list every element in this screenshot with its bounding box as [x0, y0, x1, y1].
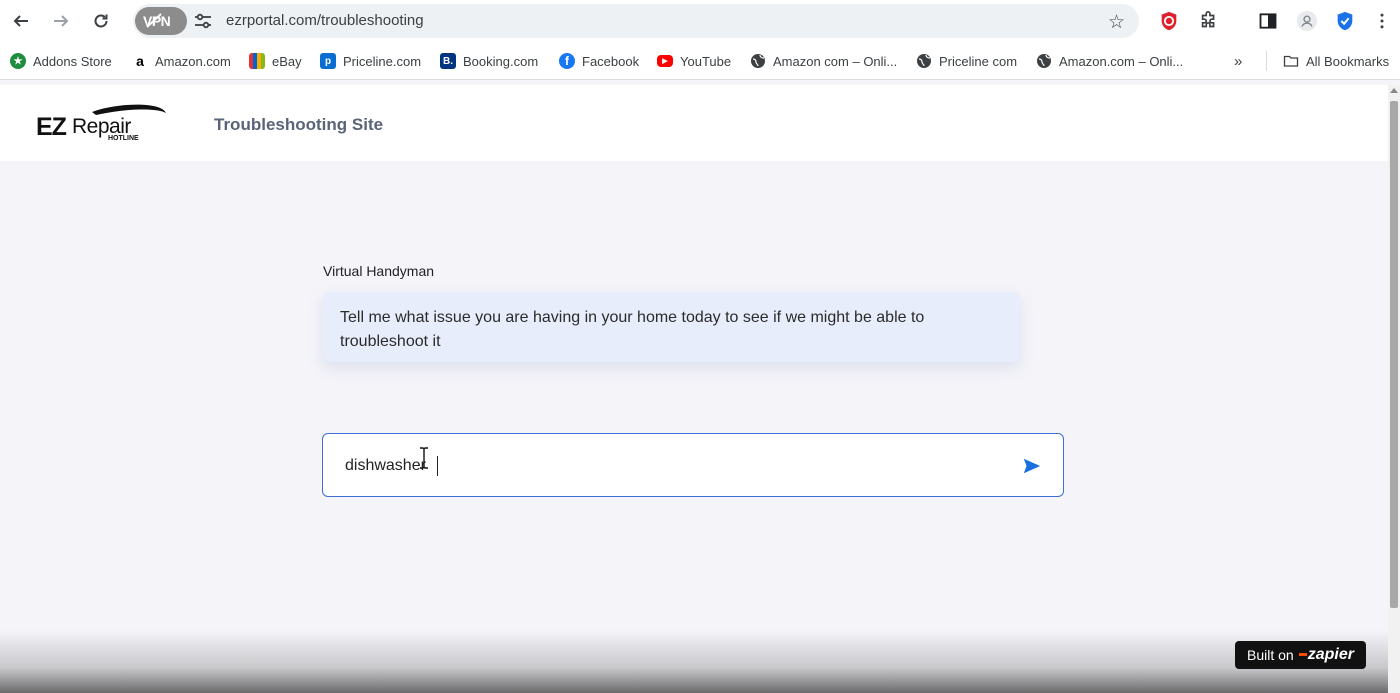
bookmark-label: Priceline com [939, 53, 1018, 69]
vpn-badge[interactable]: VPN [135, 7, 187, 35]
ebay-icon [249, 53, 265, 69]
folder-icon [1283, 53, 1299, 69]
back-icon[interactable] [8, 8, 34, 34]
address-bar[interactable]: VPN ezrportal.com/troubleshooting ☆ [133, 4, 1139, 38]
page-scrollbar[interactable] [1388, 85, 1400, 693]
side-panel-icon[interactable] [1256, 9, 1280, 33]
bookmark-facebook[interactable]: f Facebook [559, 52, 639, 70]
bot-message-text: Tell me what issue you are having in you… [340, 309, 925, 350]
all-bookmarks-label: All Bookmarks [1306, 53, 1390, 69]
bookmark-star-icon[interactable]: ☆ [1108, 11, 1125, 34]
page-viewport: EZ Repair HOTLINE Troubleshooting Site V… [0, 85, 1388, 693]
zapier-brand: zapier [1299, 646, 1354, 664]
all-bookmarks-button[interactable]: All Bookmarks [1283, 52, 1389, 70]
site-settings-icon[interactable] [193, 12, 213, 30]
bot-name-label: Virtual Handyman [323, 263, 435, 279]
amazon-icon: a [132, 53, 148, 69]
bookmark-label: Facebook [582, 53, 640, 69]
svg-text:EZ: EZ [36, 113, 67, 141]
svg-text:HOTLINE: HOTLINE [108, 135, 139, 142]
bookmarks-bar: ★ Addons Store a Amazon.com eBay p Price… [0, 42, 1400, 80]
globe-icon [750, 53, 766, 69]
bookmarks-divider [1266, 51, 1267, 71]
ezrepair-logo[interactable]: EZ Repair HOTLINE [36, 103, 168, 143]
url-text[interactable]: ezrportal.com/troubleshooting [226, 12, 424, 29]
addons-store-icon: ★ [10, 53, 26, 69]
bookmark-ebay[interactable]: eBay [249, 52, 302, 70]
bookmark-label: Priceline.com [343, 53, 422, 69]
bookmark-label: Amazon.com – Onli... [1059, 53, 1184, 69]
globe-icon [1036, 53, 1052, 69]
bookmark-label: Amazon com – Onli... [773, 53, 898, 69]
send-button[interactable] [1021, 455, 1043, 477]
bookmark-amazon-online-1[interactable]: Amazon com – Onli... [750, 52, 897, 70]
youtube-icon: ▶ [657, 55, 673, 67]
site-title: Troubleshooting Site [214, 115, 384, 134]
site-header: EZ Repair HOTLINE Troubleshooting Site [0, 85, 1388, 161]
browser-toolbar: VPN ezrportal.com/troubleshooting ☆ [0, 0, 1400, 42]
more-bookmarks-chevron-icon[interactable]: » [1234, 52, 1242, 70]
bot-message-bubble: Tell me what issue you are having in you… [323, 292, 1019, 362]
send-arrow-icon [1023, 458, 1041, 474]
built-on-label: Built on [1247, 647, 1294, 663]
extensions-puzzle-icon[interactable] [1197, 9, 1221, 33]
shield-extension-icon[interactable] [1333, 9, 1357, 33]
bookmark-label: Amazon.com [155, 53, 231, 69]
bookmark-amazon-online-2[interactable]: Amazon.com – Onli... [1036, 52, 1183, 70]
bookmark-label: eBay [272, 53, 302, 69]
adblock-extension-icon[interactable] [1157, 9, 1181, 33]
text-cursor [437, 456, 438, 476]
profile-avatar-icon[interactable] [1295, 9, 1319, 33]
bookmark-booking[interactable]: B. Booking.com [440, 52, 538, 70]
footer-shade [0, 630, 1400, 693]
forward-icon[interactable] [48, 8, 74, 34]
bookmark-label: Booking.com [463, 53, 539, 69]
bookmark-amazon[interactable]: a Amazon.com [132, 52, 231, 70]
scroll-up-arrow-icon[interactable] [1390, 88, 1398, 93]
bookmark-youtube[interactable]: ▶ YouTube [657, 52, 731, 70]
vpn-icon: VPN [143, 13, 171, 29]
facebook-icon: f [559, 53, 575, 69]
browser-menu-icon[interactable] [1370, 9, 1394, 33]
chat-input-container[interactable] [322, 433, 1064, 497]
reload-icon[interactable] [88, 8, 114, 34]
bookmark-priceline[interactable]: p Priceline.com [320, 52, 421, 70]
bookmark-priceline-com[interactable]: Priceline com [916, 52, 1017, 70]
scrollbar-thumb[interactable] [1390, 101, 1398, 608]
chat-input[interactable] [345, 454, 1005, 478]
ibeam-cursor-icon [420, 447, 428, 469]
bookmark-label: YouTube [680, 53, 732, 69]
bookmark-addons-store[interactable]: ★ Addons Store [10, 52, 112, 70]
globe-icon [916, 53, 932, 69]
priceline-icon: p [320, 53, 336, 69]
built-on-zapier-badge[interactable]: Built on zapier [1235, 641, 1366, 669]
booking-icon: B. [440, 53, 456, 69]
bookmark-label: Addons Store [33, 53, 112, 69]
